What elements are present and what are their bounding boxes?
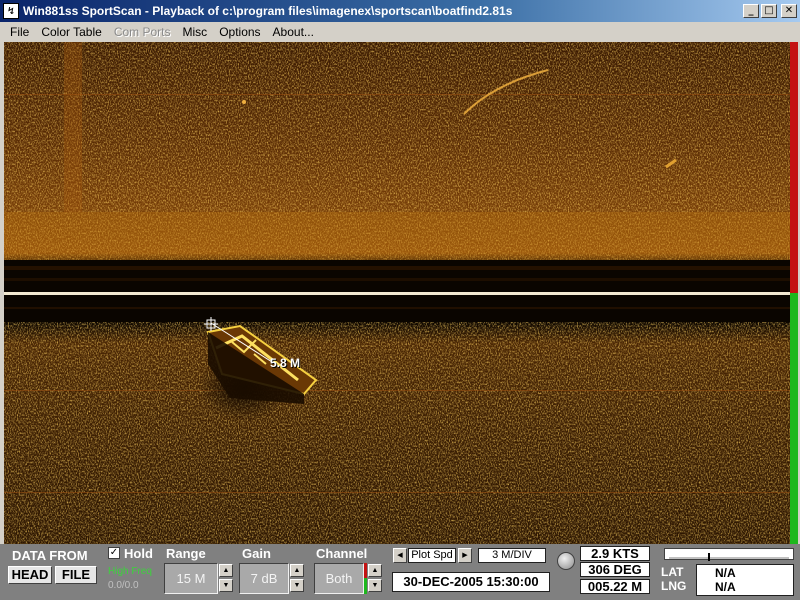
hold-label: Hold bbox=[124, 546, 153, 561]
sonar-display[interactable] bbox=[4, 42, 790, 544]
playback-slider[interactable] bbox=[664, 548, 794, 561]
high-freq-label: High Freq bbox=[108, 566, 152, 577]
menu-file[interactable]: File bbox=[4, 25, 35, 39]
plot-speed-left-button[interactable]: ◀ bbox=[393, 548, 407, 563]
menu-about[interactable]: About... bbox=[267, 25, 320, 39]
hold-checkbox[interactable]: ✓ bbox=[108, 547, 120, 559]
lng-value: N/A bbox=[715, 580, 736, 594]
gain-up-button[interactable]: ▲ bbox=[290, 564, 304, 577]
plot-speed-field[interactable]: Plot Spd bbox=[408, 548, 456, 563]
lat-label: LAT bbox=[661, 565, 684, 579]
window-title: Win881ss SportScan - Playback of c:\prog… bbox=[23, 4, 513, 18]
head-button[interactable]: HEAD bbox=[8, 566, 52, 584]
channel-down-button[interactable]: ▼ bbox=[368, 579, 382, 592]
gain-label: Gain bbox=[242, 546, 271, 561]
menu-color-table[interactable]: Color Table bbox=[35, 25, 107, 39]
datetime-readout: 30-DEC-2005 15:30:00 bbox=[392, 572, 550, 592]
range-value: 15 M bbox=[164, 563, 218, 594]
lng-label: LNG bbox=[661, 579, 687, 593]
range-up-button[interactable]: ▲ bbox=[219, 564, 233, 577]
heading-readout: 306 DEG bbox=[580, 562, 650, 577]
gain-value: 7 dB bbox=[239, 563, 289, 594]
target-range-label: 5.8 M bbox=[270, 356, 301, 370]
menu-com-ports[interactable]: Com Ports bbox=[108, 25, 177, 39]
settings-knob-icon[interactable] bbox=[557, 552, 575, 570]
port-channel-bar bbox=[790, 42, 798, 293]
data-from-label: DATA FROM bbox=[12, 548, 88, 563]
file-button[interactable]: FILE bbox=[55, 566, 97, 584]
counter-readout: 0.0/0.0 bbox=[108, 580, 139, 591]
menu-bar: File Color Table Com Ports Misc Options … bbox=[0, 22, 800, 42]
title-bar: ↯ Win881ss SportScan - Playback of c:\pr… bbox=[0, 0, 800, 22]
scale-readout: 3 M/DIV bbox=[478, 548, 546, 563]
maximize-button[interactable]: □ bbox=[761, 4, 777, 18]
channel-value: Both bbox=[314, 563, 364, 594]
range-down-button[interactable]: ▼ bbox=[219, 579, 233, 592]
close-button[interactable]: ✕ bbox=[781, 4, 797, 18]
range-label: Range bbox=[166, 546, 206, 561]
position-readout: N/A N/A bbox=[696, 564, 794, 596]
gain-down-button[interactable]: ▼ bbox=[290, 579, 304, 592]
sonar-image bbox=[4, 42, 790, 544]
crosshair-cursor-icon bbox=[204, 317, 218, 331]
channel-port-indicator bbox=[364, 563, 367, 578]
channel-up-button[interactable]: ▲ bbox=[368, 564, 382, 577]
speed-readout: 2.9 KTS bbox=[580, 546, 650, 561]
distance-readout: 005.22 M bbox=[580, 579, 650, 594]
app-icon[interactable]: ↯ bbox=[3, 3, 19, 19]
menu-options[interactable]: Options bbox=[213, 25, 266, 39]
slider-ticks bbox=[669, 553, 789, 561]
lat-value: N/A bbox=[715, 566, 736, 580]
minimize-button[interactable]: _ bbox=[743, 4, 759, 18]
starboard-channel-bar bbox=[790, 293, 798, 544]
plot-speed-right-button[interactable]: ▶ bbox=[458, 548, 472, 563]
channel-label: Channel bbox=[316, 546, 368, 561]
menu-misc[interactable]: Misc bbox=[177, 25, 214, 39]
channel-stbd-indicator bbox=[364, 578, 367, 594]
